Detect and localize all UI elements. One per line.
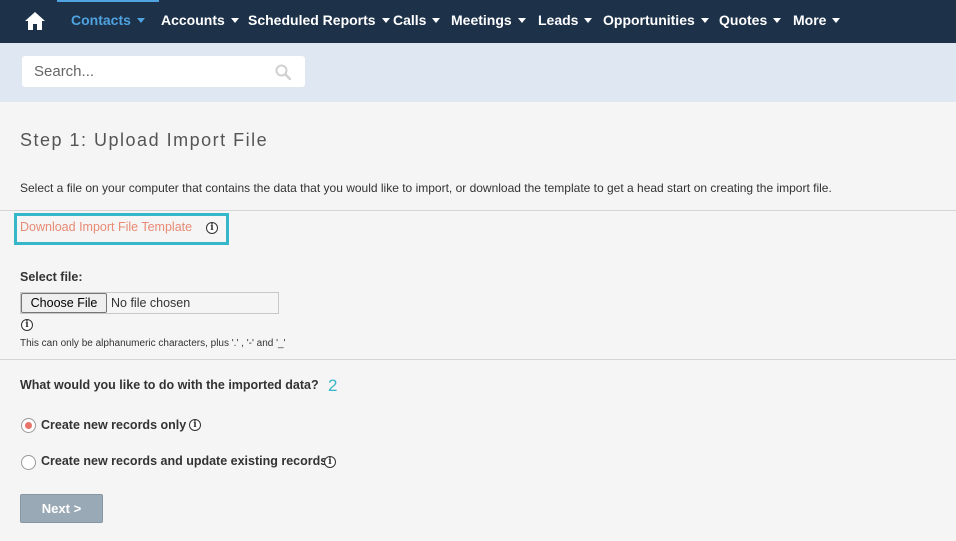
info-icon[interactable]: i: [21, 319, 33, 331]
nav-item-label: Opportunities: [603, 12, 695, 28]
download-template-link[interactable]: Download Import File Template: [20, 220, 192, 234]
search-input[interactable]: [22, 56, 305, 87]
chevron-down-icon: [584, 17, 593, 23]
nav-item-opportunities[interactable]: Opportunities: [603, 0, 709, 43]
next-button[interactable]: Next >: [20, 494, 103, 523]
nav-item-label: Leads: [538, 12, 579, 28]
nav-item-label: More: [793, 12, 827, 28]
radio-label-create-and-update[interactable]: Create new records and update existing r…: [41, 454, 327, 468]
chevron-down-icon: [517, 17, 526, 23]
nav-item-meetings[interactable]: Meetings: [451, 0, 526, 43]
nav-item-more[interactable]: More: [793, 0, 841, 43]
nav-item-quotes[interactable]: Quotes: [719, 0, 782, 43]
nav-item-leads[interactable]: Leads: [538, 0, 593, 43]
chevron-down-icon: [381, 17, 390, 23]
choose-file-button[interactable]: Choose File: [21, 293, 107, 313]
info-icon[interactable]: i: [324, 456, 336, 468]
divider: [0, 210, 956, 211]
nav-item-label: Accounts: [161, 12, 225, 28]
intro-text: Select a file on your computer that cont…: [20, 181, 832, 195]
info-icon[interactable]: i: [189, 419, 201, 431]
divider: [0, 359, 956, 360]
chevron-down-icon: [136, 17, 145, 23]
chevron-down-icon: [432, 17, 441, 23]
radio-label-create-new-only[interactable]: Create new records only: [41, 418, 186, 432]
radio-create-and-update[interactable]: [21, 455, 36, 470]
chevron-down-icon: [832, 17, 841, 23]
chevron-down-icon: [230, 17, 239, 23]
select-file-label: Select file:: [20, 270, 83, 284]
chevron-down-icon: [700, 17, 709, 23]
search-bar-area: [0, 43, 956, 102]
radio-selected-dot: [25, 422, 32, 429]
import-action-question: What would you like to do with the impor…: [20, 378, 319, 392]
info-icon[interactable]: i: [206, 222, 218, 234]
nav-item-calls[interactable]: Calls: [393, 0, 441, 43]
nav-item-scheduled-reports[interactable]: Scheduled Reports: [248, 0, 390, 43]
page-title: Step 1: Upload Import File: [20, 130, 269, 150]
file-input[interactable]: Choose File No file chosen: [20, 292, 279, 314]
nav-item-label: Scheduled Reports: [248, 12, 376, 28]
search-icon[interactable]: [275, 64, 291, 80]
chevron-down-icon: [773, 17, 782, 23]
nav-item-contacts[interactable]: Contacts: [57, 0, 159, 43]
annotation-step-number: 2: [328, 376, 338, 395]
file-name-hint: This can only be alphanumeric characters…: [20, 338, 286, 349]
file-status-text: No file chosen: [111, 296, 191, 310]
nav-item-label: Meetings: [451, 12, 512, 28]
nav-item-accounts[interactable]: Accounts: [161, 0, 239, 43]
top-navigation-bar: Contacts Accounts Scheduled Reports Call…: [0, 0, 956, 43]
nav-item-label: Calls: [393, 12, 427, 28]
radio-create-new-only[interactable]: [21, 418, 36, 433]
nav-item-label: Quotes: [719, 12, 768, 28]
nav-item-label: Contacts: [71, 12, 131, 28]
import-wizard-panel: Step 1: Upload Import File Select a file…: [0, 102, 956, 541]
home-icon[interactable]: [24, 11, 46, 31]
